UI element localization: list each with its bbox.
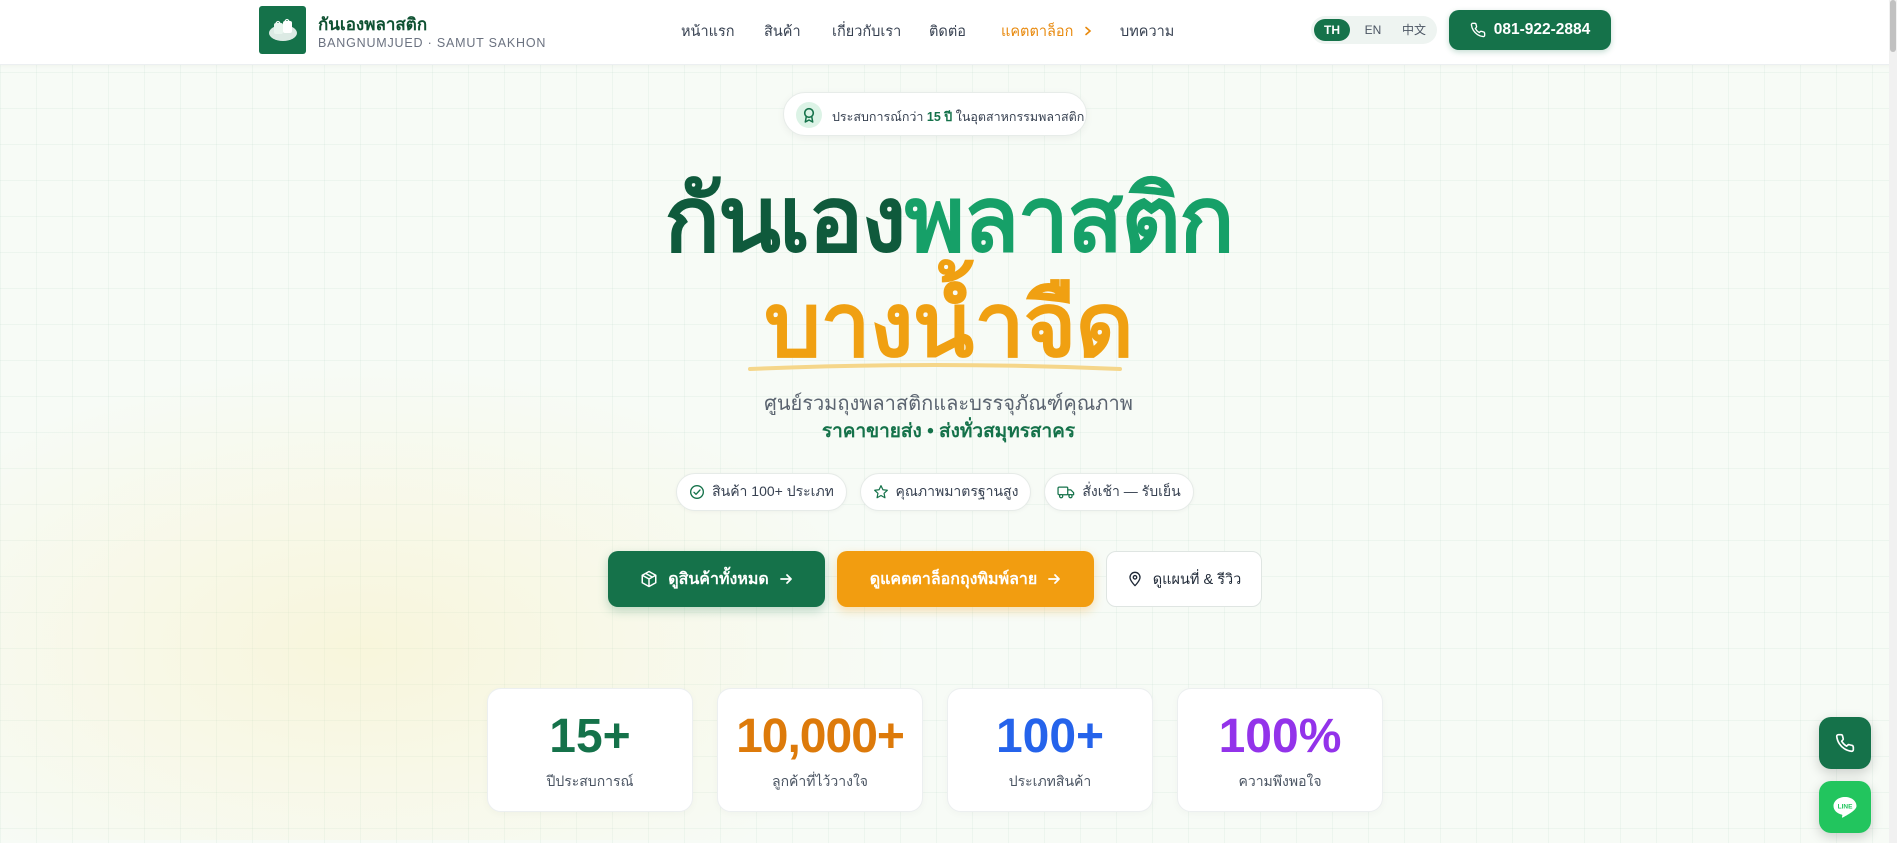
lang-th-button[interactable]: TH <box>1314 19 1350 41</box>
phone-icon <box>1835 733 1855 753</box>
nav-item-catalog-label: แคตตาล็อก <box>1001 24 1074 40</box>
view-all-products-label: ดูสินค้าทั้งหมด <box>668 570 769 588</box>
feature-quality-label: คุณภาพมาตรฐานสูง <box>895 483 1019 499</box>
logo[interactable] <box>259 6 306 54</box>
nav-item-about[interactable]: เกี่ยวกับเรา <box>832 20 901 43</box>
map-pin-icon <box>1129 571 1141 587</box>
experience-suffix: ในอุตสาหกรรมพลาสติก <box>955 110 1085 124</box>
stat-card-experience: 15+ ปีประสบการณ์ <box>487 688 693 812</box>
view-map-reviews-label: ดูแผนที่ & รีวิว <box>1152 571 1242 588</box>
experience-text: ประสบการณ์กว่า 15 ปี ในอุตสาหกรรมพลาสติก <box>832 107 1084 127</box>
nav-item-products[interactable]: สินค้า <box>764 20 801 43</box>
nav-item-articles[interactable]: บทความ <box>1120 20 1174 43</box>
stat-card-customers: 10,000+ ลูกค้าที่ไว้วางใจ <box>717 688 923 812</box>
chevron-right-icon <box>1085 26 1092 36</box>
brand-subtitle: BANGNUMJUED · SAMUT SAKHON <box>318 36 547 50</box>
package-icon <box>641 570 657 588</box>
experience-badge: ประสบการณ์กว่า 15 ปี ในอุตสาหกรรมพลาสติก <box>783 92 1087 136</box>
experience-prefix: ประสบการณ์กว่า <box>832 110 924 124</box>
view-catalog-label: ดูแคตตาล็อกถุงพิมพ์ลาย <box>869 570 1038 588</box>
hero-title-part1: กันเอง <box>664 169 906 271</box>
hero-title: กันเองพลาสติก <box>0 170 1897 270</box>
lang-zh-button[interactable]: 中文 <box>1395 19 1433 41</box>
arrow-right-icon <box>1048 574 1061 584</box>
scrollbar-thumb[interactable] <box>1890 0 1896 52</box>
experience-years: 15 ปี <box>926 110 953 124</box>
hero-title-part2: พลาสติก <box>904 169 1234 271</box>
line-chat-icon: LINE <box>1833 797 1857 818</box>
arrow-right-icon <box>779 574 792 584</box>
stat-card-product-types: 100+ ประเภทสินค้า <box>947 688 1153 812</box>
view-map-reviews-button[interactable]: ดูแผนที่ & รีวิว <box>1106 551 1262 607</box>
floating-line-button[interactable]: LINE <box>1819 781 1871 833</box>
truck-icon <box>1057 486 1075 499</box>
stat-label: ความพึงพอใจ <box>1238 773 1322 789</box>
stat-label: ปีประสบการณ์ <box>546 773 634 789</box>
line-chat-label: LINE <box>1838 804 1853 811</box>
nav-item-contact[interactable]: ติดต่อ <box>929 20 966 43</box>
feature-delivery-label: สั่งเช้า — รับเย็น <box>1082 483 1181 499</box>
hero-subtitle: ศูนย์รวมถุงพลาสติกและบรรจุภัณฑ์คุณภาพ <box>764 393 1133 415</box>
lang-en-button[interactable]: EN <box>1356 19 1390 41</box>
award-icon <box>796 102 822 128</box>
hero-tagline: ราคาขายส่ง • ส่งทั่วสมุทรสาคร <box>821 421 1076 442</box>
stat-value: 15+ <box>549 710 631 763</box>
brand-name[interactable]: กันเองพลาสติก <box>318 11 427 38</box>
site-header: กันเองพลาสติก BANGNUMJUED · SAMUT SAKHON… <box>0 0 1893 65</box>
stat-value: 100+ <box>995 710 1105 763</box>
feature-pill-quality: คุณภาพมาตรฐานสูง <box>860 473 1031 511</box>
language-switcher: TH EN 中文 <box>1311 16 1437 44</box>
stat-value: 100% <box>1218 710 1342 763</box>
header-phone-number: 081-922-2884 <box>1493 21 1591 38</box>
floating-phone-button[interactable] <box>1819 717 1871 769</box>
header-phone-button[interactable]: 081-922-2884 <box>1449 10 1611 50</box>
feature-pill-delivery: สั่งเช้า — รับเย็น <box>1044 473 1194 511</box>
feature-pill-products: สินค้า 100+ ประเภท <box>676 473 847 511</box>
view-all-products-button[interactable]: ดูสินค้าทั้งหมด <box>608 551 825 607</box>
phone-icon <box>1470 22 1486 38</box>
stat-card-satisfaction: 100% ความพึงพอใจ <box>1177 688 1383 812</box>
check-circle-icon <box>690 485 705 499</box>
logo-icon <box>268 18 297 41</box>
nav-item-home[interactable]: หน้าแรก <box>681 20 735 43</box>
scrollbar[interactable] <box>1889 0 1897 843</box>
view-catalog-button[interactable]: ดูแคตตาล็อกถุงพิมพ์ลาย <box>837 551 1094 607</box>
stat-label: ลูกค้าที่ไว้วางใจ <box>771 773 868 789</box>
stat-label: ประเภทสินค้า <box>1008 773 1092 789</box>
star-icon <box>873 485 888 499</box>
feature-products-label: สินค้า 100+ ประเภท <box>712 483 834 499</box>
stat-value: 10,000+ <box>736 710 905 763</box>
nav-item-catalog[interactable]: แคตตาล็อก <box>1001 20 1093 43</box>
title-underline <box>748 363 1122 371</box>
